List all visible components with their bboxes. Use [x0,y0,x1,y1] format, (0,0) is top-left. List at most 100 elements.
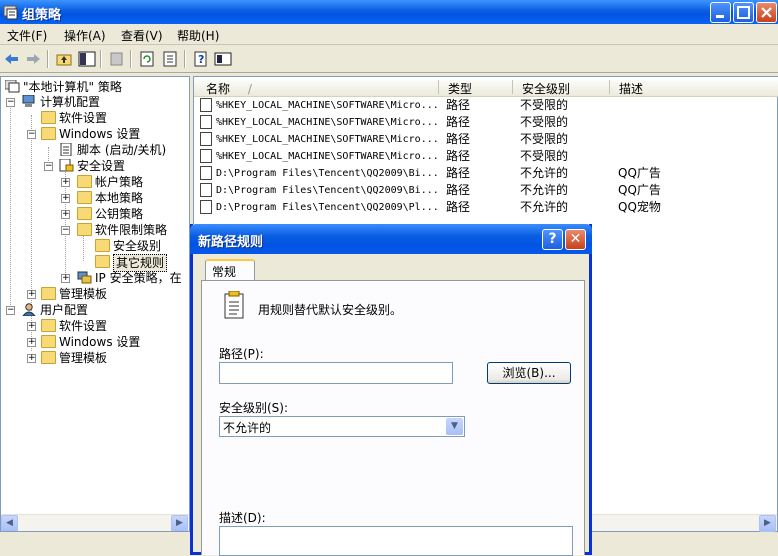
table-row[interactable]: D:\Program Files\Tencent\QQ2009\Bi... 路径… [194,165,778,182]
scroll-left-button[interactable]: ◀ [1,515,18,531]
show-hide-tree-icon[interactable] [78,50,96,68]
table-row[interactable]: %HKEY_LOCAL_MACHINE\SOFTWARE\Micro... 路径… [194,97,778,114]
table-row[interactable]: D:\Program Files\Tencent\QQ2009\Bi... 路径… [194,182,778,199]
expand-toggle[interactable]: + [27,322,36,331]
menu-action[interactable]: 操作(A) [64,27,106,44]
menu-view[interactable]: 查看(V) [121,27,163,44]
table-row[interactable]: %HKEY_LOCAL_MACHINE\SOFTWARE\Micro... 路径… [194,114,778,131]
tree-item-software-settings[interactable]: 软件设置 [41,110,181,126]
tab-panel-general: 用规则替代默认安全级别。 路径(P): 浏览(B)... 安全级别(S): 不允… [201,280,585,556]
tree-item-user-software-settings[interactable]: 软件设置 [41,318,181,334]
toolbar: ? [0,45,778,73]
delete-icon[interactable] [108,50,126,68]
security-settings-icon [59,159,74,172]
expand-toggle[interactable]: + [61,274,70,283]
help-icon[interactable]: ? [192,50,210,68]
tree-item-ip-security[interactable]: IP 安全策略，在 [77,270,189,286]
collapse-toggle[interactable]: − [6,306,15,315]
table-row[interactable]: %HKEY_LOCAL_MACHINE\SOFTWARE\Micro... 路径… [194,131,778,148]
expand-toggle[interactable]: + [27,290,36,299]
dialog-title: 新路径规则 [198,235,264,250]
expand-toggle[interactable]: + [61,210,70,219]
path-rule-icon [224,291,244,319]
expand-toggle[interactable]: + [27,338,36,347]
toolbar-separator [100,50,102,68]
collapse-toggle[interactable]: − [6,98,15,107]
title-bar[interactable]: 组策略 [0,0,778,24]
toolbar-separator [47,50,49,68]
tree-item-security-levels[interactable]: 安全级别 [95,238,185,254]
policy-icon [5,80,20,93]
scroll-right-button[interactable]: ▶ [759,515,776,532]
column-header-name[interactable]: 名称 / [206,80,252,97]
path-input[interactable] [219,362,453,384]
path-label: 路径(P): [219,347,264,361]
tree-item-windows-settings[interactable]: Windows 设置 [41,126,181,142]
scroll-right-button[interactable]: ▶ [171,515,188,531]
security-level-select[interactable]: 不允许的 ▼ [219,416,465,437]
close-button[interactable] [756,2,777,23]
column-header-security-level[interactable]: 安全级别 [522,80,570,97]
open-folder-icon [41,127,56,140]
minimize-button[interactable] [710,2,731,23]
security-level-label: 安全级别(S): [219,401,289,415]
tree-item-user-windows-settings[interactable]: Windows 设置 [41,334,181,350]
expand-toggle[interactable]: + [27,354,36,363]
console-tree[interactable]: "本地计算机" 策略 − 计算机配置 软件设置 − Windows 设置 脚本 … [0,76,190,532]
collapse-toggle[interactable]: − [44,162,53,171]
computer-icon [22,95,35,107]
tab-general[interactable]: 常规 [205,259,255,281]
export-list-icon[interactable] [161,50,179,68]
sort-indicator-icon: / [247,82,252,96]
close-icon: ✕ [569,231,582,247]
dialog-close-button[interactable]: ✕ [565,229,586,250]
dialog-title-bar[interactable]: 新路径规则 ? ✕ [190,224,592,254]
maximize-icon [737,6,750,19]
column-header-description[interactable]: 描述 [619,80,643,97]
rule-intro-text: 用规则替代默认安全级别。 [258,303,403,317]
tree-item-security-settings[interactable]: 安全设置 [59,158,189,174]
tree-item-local-policies[interactable]: 本地策略 [77,190,187,206]
tree-item-user-admin-templates[interactable]: 管理模板 [41,350,181,366]
path-rule-icon [200,98,212,112]
minimize-icon [716,15,724,18]
up-folder-icon[interactable] [55,50,73,68]
expand-toggle[interactable]: + [61,178,70,187]
ip-security-icon [77,271,92,284]
refresh-icon[interactable] [138,50,156,68]
back-arrow-icon[interactable] [3,50,21,68]
description-textarea[interactable] [219,526,573,556]
tree-item-public-key-policies[interactable]: 公钥策略 [77,206,187,222]
table-row[interactable]: D:\Program Files\Tencent\QQ2009\Pl... 路径… [194,199,778,216]
description-label: 描述(D): [219,511,266,525]
help-icon: ? [548,231,557,247]
tree-item-additional-rules[interactable]: 其它规则 [95,254,173,272]
table-row[interactable]: %HKEY_LOCAL_MACHINE\SOFTWARE\Micro... 路径… [194,148,778,165]
menu-help[interactable]: 帮助(H) [177,27,219,44]
tree-item-admin-templates[interactable]: 管理模板 [41,286,181,302]
list-header: 名称 / 类型 安全级别 描述 [194,77,778,97]
collapse-toggle[interactable]: − [61,226,70,235]
chevron-down-icon[interactable]: ▼ [446,418,463,435]
properties-icon[interactable] [214,50,232,68]
browse-button[interactable]: 浏览(B)... [487,362,571,384]
forward-arrow-icon[interactable] [24,50,42,68]
menu-file[interactable]: 文件(F) [7,27,47,44]
tree-item-computer-config[interactable]: 计算机配置 [22,94,187,110]
tree-item-user-config[interactable]: 用户配置 [22,302,187,318]
tree-item-account-policies[interactable]: 帐户策略 [77,174,187,190]
folder-icon [77,191,92,204]
expand-toggle[interactable]: + [61,194,70,203]
maximize-button[interactable] [733,2,754,23]
tree-item-software-restriction[interactable]: 软件限制策略 [77,222,189,238]
dialog-help-button[interactable]: ? [542,229,563,250]
tree-root-local-computer-policy[interactable]: "本地计算机" 策略 [5,79,189,95]
open-folder-icon [95,255,110,268]
collapse-toggle[interactable]: − [27,130,36,139]
list-horizontal-scrollbar[interactable]: ▶ [592,514,777,532]
column-header-type[interactable]: 类型 [448,80,472,97]
tree-horizontal-scrollbar[interactable]: ◀ ▶ [1,514,189,531]
tree-item-scripts[interactable]: 脚本 (启动/关机) [59,142,189,158]
open-folder-icon [77,223,92,236]
window-title: 组策略 [22,8,62,23]
